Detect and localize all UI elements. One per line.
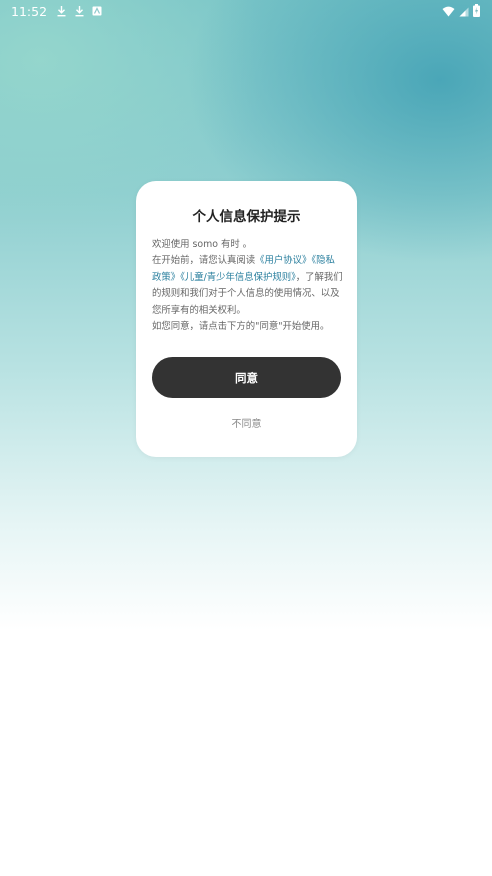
wifi-icon	[442, 5, 455, 20]
download-icon	[55, 4, 67, 18]
battery-charging-icon	[473, 4, 480, 20]
status-right	[442, 4, 480, 20]
welcome-text: 欢迎使用 somo 有时 。	[152, 239, 253, 250]
privacy-dialog: 个人信息保护提示 欢迎使用 somo 有时 。 在开始前，请您认真阅读《用户协议…	[136, 181, 357, 457]
user-agreement-link[interactable]: 《用户协议》	[255, 255, 311, 266]
agreement-prefix: 在开始前，请您认真阅读	[152, 255, 256, 267]
cell-signal-icon	[459, 5, 469, 20]
app-notification-icon	[91, 4, 103, 18]
status-bar: 11:52	[0, 0, 492, 22]
disagree-button[interactable]: 不同意	[136, 415, 357, 430]
children-protection-link[interactable]: 《儿童/青少年信息保护规则》	[180, 272, 296, 283]
dialog-body: 欢迎使用 somo 有时 。 在开始前，请您认真阅读《用户协议》《隐私政策》《儿…	[152, 237, 344, 335]
status-time: 11:52	[11, 3, 48, 19]
agree-button[interactable]: 同意	[152, 357, 341, 398]
dialog-title: 个人信息保护提示	[192, 209, 301, 225]
agreement-paragraph: 在开始前，请您认真阅读《用户协议》《隐私政策》《儿童/青少年信息保护规则》，了解…	[152, 253, 344, 319]
consent-instruction: 如您同意，请点击下方的"同意"开始使用。	[152, 321, 330, 333]
status-left: 11:52	[0, 4, 103, 19]
download-icon	[73, 4, 85, 18]
